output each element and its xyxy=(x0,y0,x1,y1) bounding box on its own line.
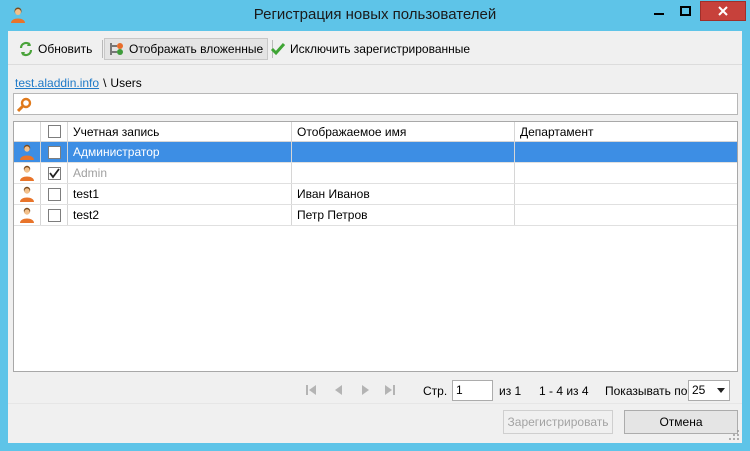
nested-groups-icon xyxy=(110,43,123,55)
last-page-icon[interactable] xyxy=(384,384,396,396)
row-checkbox-cell xyxy=(41,205,68,225)
toolbar: Обновить Отображать вложенные Исключить xyxy=(8,31,742,65)
row-checkbox-cell xyxy=(41,142,68,162)
resize-grip-icon[interactable] xyxy=(728,429,740,441)
header-select-all xyxy=(41,122,68,141)
registration-window: Регистрация новых пользователей Обновить xyxy=(0,0,750,451)
row-checkbox[interactable] xyxy=(47,187,61,201)
cell-department xyxy=(515,184,737,204)
column-header-display-name[interactable]: Отображаемое имя xyxy=(292,122,515,141)
row-checkbox[interactable] xyxy=(47,208,61,222)
select-all-checkbox[interactable] xyxy=(47,125,61,138)
checkmark-icon xyxy=(270,43,286,56)
records-range-label: 1 - 4 из 4 xyxy=(539,384,589,398)
breadcrumb-container: Users xyxy=(110,76,142,90)
toolbar-separator xyxy=(102,40,103,58)
close-button[interactable] xyxy=(700,1,746,21)
pager: Стр. 1 из 1 1 - 4 из 4 Показывать по 25 xyxy=(8,375,742,403)
close-icon xyxy=(718,6,728,16)
checkmark-icon xyxy=(48,167,60,178)
row-icon-cell xyxy=(14,142,41,162)
show-nested-label: Отображать вложенные xyxy=(129,42,264,56)
cell-account: test1 xyxy=(68,184,292,204)
minimize-button[interactable] xyxy=(646,1,672,21)
table-row[interactable]: Администратор xyxy=(14,142,737,163)
chevron-down-icon xyxy=(717,388,725,393)
register-button[interactable]: Зарегистрировать xyxy=(503,410,613,434)
row-icon-cell xyxy=(14,205,41,225)
cell-account: Администратор xyxy=(68,142,292,162)
page-size-label: Показывать по xyxy=(605,384,688,398)
exclude-registered-button[interactable]: Исключить зарегистрированные xyxy=(266,38,474,60)
cell-department xyxy=(515,142,737,162)
row-icon-cell xyxy=(14,163,41,183)
dialog-body: Обновить Отображать вложенные Исключить xyxy=(8,31,742,443)
grid-header: Учетная запись Отображаемое имя Департам… xyxy=(14,122,737,142)
cell-department xyxy=(515,163,737,183)
cell-display-name: Петр Петров xyxy=(292,205,515,225)
page-number-input[interactable]: 1 xyxy=(452,380,493,401)
cancel-button[interactable]: Отмена xyxy=(624,410,738,434)
user-icon xyxy=(20,186,34,202)
maximize-icon xyxy=(679,6,691,16)
next-page-icon[interactable] xyxy=(359,384,371,396)
page-size-select[interactable]: 25 xyxy=(688,380,730,401)
breadcrumb-domain-link[interactable]: test.aladdin.info xyxy=(15,76,99,90)
users-grid: Учетная запись Отображаемое имя Департам… xyxy=(13,121,738,372)
minimize-icon xyxy=(654,13,664,15)
column-header-account[interactable]: Учетная запись xyxy=(68,122,292,141)
user-icon xyxy=(20,144,34,160)
refresh-button[interactable]: Обновить xyxy=(14,38,96,60)
header-icon-column xyxy=(14,122,41,141)
row-checkbox[interactable] xyxy=(47,166,61,180)
title-bar[interactable]: Регистрация новых пользователей xyxy=(0,0,750,31)
cell-account: Admin xyxy=(68,163,292,183)
exclude-registered-label: Исключить зарегистрированные xyxy=(290,42,471,56)
cell-display-name: Иван Иванов xyxy=(292,184,515,204)
page-label: Стр. xyxy=(423,384,448,398)
refresh-label: Обновить xyxy=(38,42,93,56)
table-row[interactable]: test2 Петр Петров xyxy=(14,205,737,226)
row-checkbox-cell xyxy=(41,184,68,204)
footer-divider xyxy=(8,403,742,404)
column-header-department[interactable]: Департамент xyxy=(515,122,737,141)
table-row[interactable]: test1 Иван Иванов xyxy=(14,184,737,205)
user-icon xyxy=(20,207,34,223)
row-checkbox[interactable] xyxy=(47,145,61,159)
cell-account: test2 xyxy=(68,205,292,225)
breadcrumb: test.aladdin.info \ Users xyxy=(15,76,142,90)
row-checkbox-cell xyxy=(41,163,68,183)
first-page-icon[interactable] xyxy=(305,384,317,396)
page-size-value: 25 xyxy=(692,383,706,397)
maximize-button[interactable] xyxy=(672,1,698,21)
previous-page-icon[interactable] xyxy=(333,384,345,396)
user-icon xyxy=(20,165,34,181)
search-input[interactable] xyxy=(13,93,738,115)
breadcrumb-separator: \ xyxy=(103,76,107,90)
refresh-icon xyxy=(19,41,33,57)
cell-display-name xyxy=(292,163,515,183)
search-icon xyxy=(17,97,32,113)
row-icon-cell xyxy=(14,184,41,204)
cell-display-name xyxy=(292,142,515,162)
show-nested-button[interactable]: Отображать вложенные xyxy=(104,38,269,60)
window-title: Регистрация новых пользователей xyxy=(253,6,497,23)
page-count-label: из 1 xyxy=(499,384,522,398)
cell-department xyxy=(515,205,737,225)
table-row[interactable]: Admin xyxy=(14,163,737,184)
